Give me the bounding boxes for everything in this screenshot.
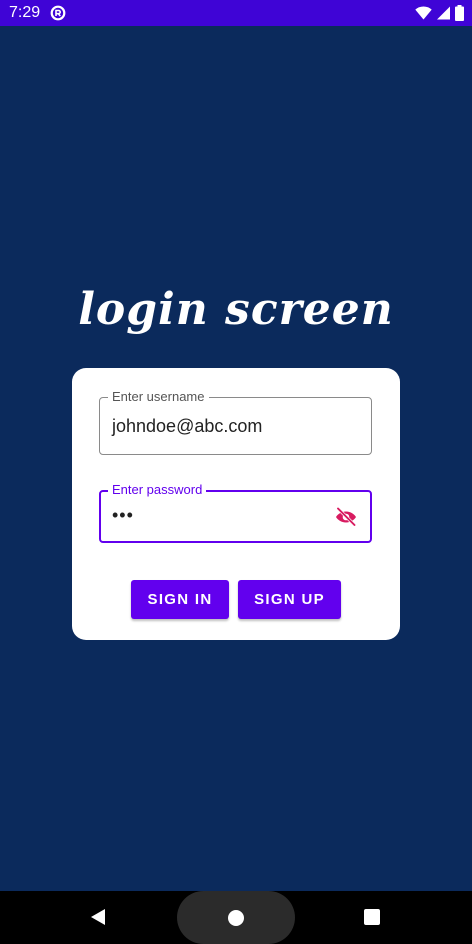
status-bar: 7:29: [0, 0, 472, 26]
login-card: Enter username johndoe@abc.com Enter pas…: [72, 368, 400, 640]
password-value[interactable]: •••: [112, 504, 134, 526]
password-label: Enter password: [108, 482, 207, 498]
navigation-bar: [0, 891, 472, 944]
recents-icon[interactable]: [364, 909, 380, 925]
wifi-icon: [415, 6, 432, 20]
username-label: Enter username: [108, 389, 209, 405]
circle-r-icon: [50, 5, 66, 21]
back-icon[interactable]: [89, 908, 107, 926]
password-field[interactable]: Enter password •••: [99, 482, 372, 543]
status-time: 7:29: [9, 4, 41, 21]
cellular-signal-icon: [436, 6, 451, 20]
home-button[interactable]: [177, 891, 295, 944]
sign-up-button[interactable]: SIGN UP: [238, 580, 341, 619]
username-field[interactable]: Enter username johndoe@abc.com: [99, 389, 372, 455]
sign-in-button[interactable]: SIGN IN: [131, 580, 229, 619]
status-icons: [415, 5, 464, 21]
username-value[interactable]: johndoe@abc.com: [112, 415, 262, 437]
page-title: login screen: [78, 284, 394, 335]
battery-icon: [455, 5, 464, 21]
home-icon: [228, 910, 244, 926]
eye-off-icon[interactable]: [334, 505, 358, 529]
